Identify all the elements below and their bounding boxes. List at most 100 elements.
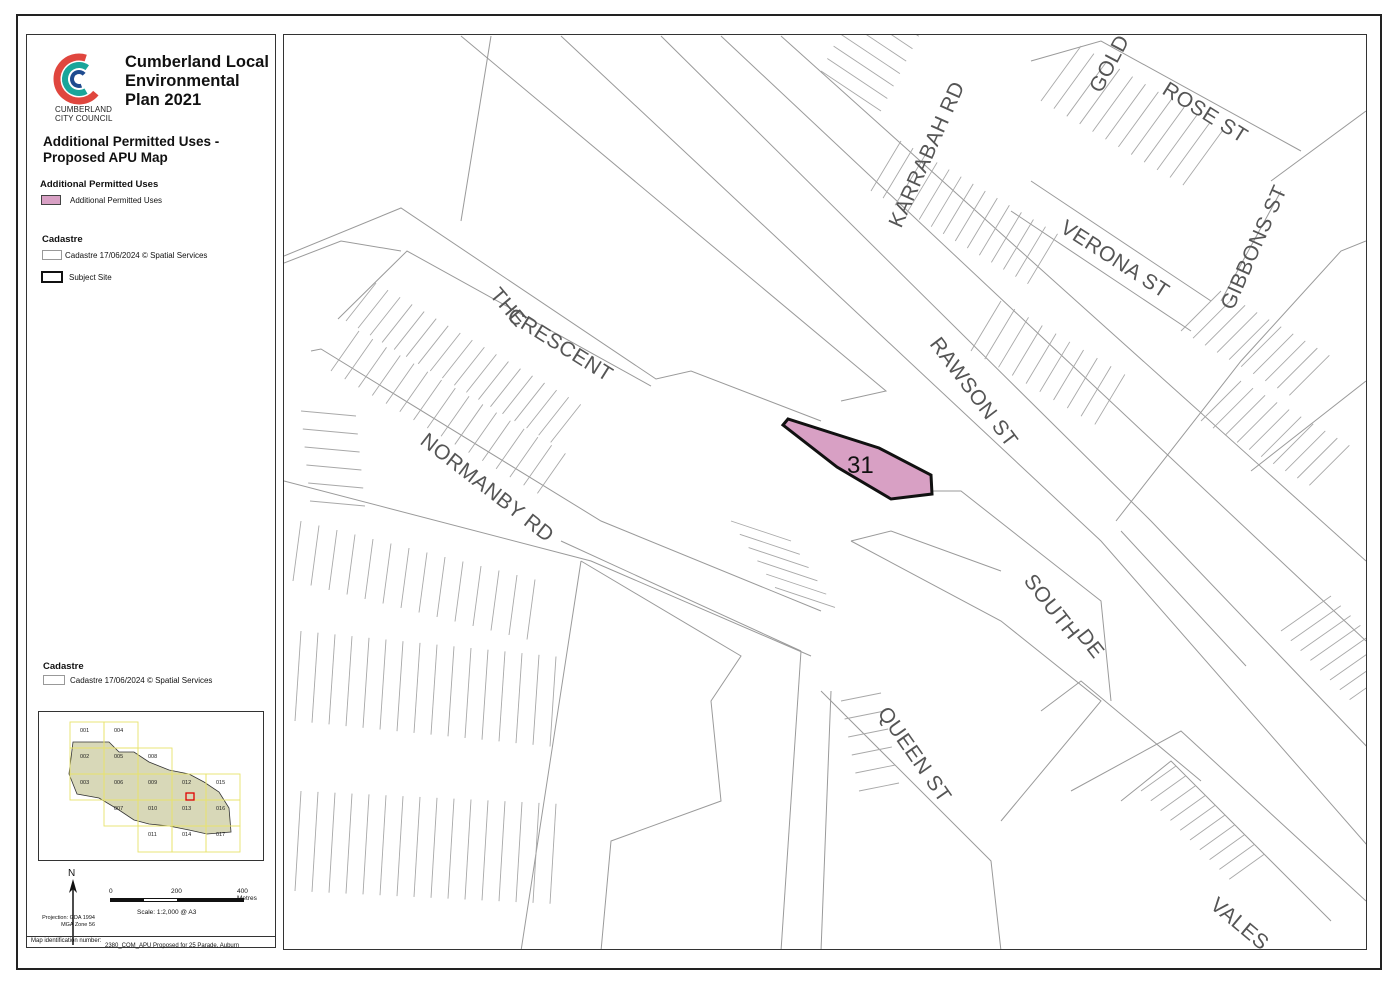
street-label-rose: ROSE ST [1158, 78, 1251, 148]
lot-line [532, 654, 540, 745]
lot-line [345, 282, 377, 322]
lot-line [739, 533, 800, 555]
lot-line [1228, 319, 1270, 360]
street-label-rawson: RAWSON ST [925, 333, 1022, 451]
lot-line [345, 793, 353, 894]
lot-line [855, 764, 896, 774]
scale-bar: 0 200 400 Metres Scale: 1:2,000 @ A3 [107, 888, 267, 930]
lot-line [328, 529, 338, 591]
lot-line [970, 300, 1002, 352]
inset-overview-map: 001 004 002 005 008 003 006 009 012 015 007 010 013 0… [38, 711, 264, 861]
lot-line [490, 368, 521, 407]
lot-line [1219, 844, 1255, 870]
inset-tile-label: 001 [80, 728, 89, 734]
lot-line [1080, 366, 1112, 417]
lot-line [309, 500, 366, 507]
street-label-crescent: CRESCENT [503, 304, 617, 387]
lot-line [1209, 834, 1245, 860]
lot-line [300, 410, 357, 417]
lot-line [464, 799, 472, 900]
map-title-line: Proposed APU Map [43, 150, 168, 165]
lot-line [400, 547, 410, 609]
lot-line [984, 308, 1016, 360]
lot-line [1189, 814, 1226, 841]
lot-line [1272, 423, 1314, 465]
subject-site-label: Subject Site [69, 273, 112, 282]
cadastre-heading-2: Cadastre [43, 661, 84, 672]
lot-line [820, 70, 882, 112]
cadastre-swatch-2 [43, 675, 65, 685]
lot-line [1290, 605, 1342, 642]
lot-line [393, 311, 425, 350]
inset-tile-label: 005 [114, 754, 123, 760]
lot-line [369, 297, 401, 336]
inset-tile-label: 002 [80, 754, 89, 760]
lot-line [1212, 387, 1254, 429]
lot-line [436, 556, 446, 618]
lot-line [942, 183, 974, 235]
lot-line [550, 404, 582, 443]
lot-line [549, 656, 557, 747]
inset-tile-label: 004 [114, 728, 123, 734]
lot-line [418, 552, 428, 613]
lot-line [954, 190, 986, 242]
lot-line [1277, 347, 1318, 389]
lot-line [502, 375, 533, 415]
lot-line [346, 534, 356, 595]
lot-line [466, 354, 497, 393]
lot-line [1169, 122, 1211, 178]
inset-tile-label: 014 [182, 832, 191, 838]
apu-item-label: Additional Permitted Uses [70, 196, 163, 205]
lot-line [379, 639, 387, 730]
plan-title-line: Cumberland Local [125, 53, 269, 71]
inset-tile-label: 017 [216, 832, 225, 838]
lot-line [1143, 106, 1185, 163]
lot-line [1180, 290, 1222, 332]
lot-line [1160, 785, 1196, 811]
lot-line [328, 792, 336, 893]
lot-line [858, 782, 900, 792]
inset-tile-label: 003 [80, 780, 89, 786]
lot-line [1025, 333, 1057, 384]
lot-line [490, 570, 500, 631]
lot-line [1240, 326, 1282, 368]
lot-line [417, 325, 449, 365]
street-label-vales: VALES [1206, 893, 1273, 950]
apu-swatch [41, 195, 61, 205]
lot-line [1156, 114, 1198, 171]
inset-tile-label: 012 [182, 780, 191, 786]
lot-line [413, 642, 421, 733]
lot-line [362, 794, 370, 895]
lot-line [515, 653, 523, 744]
lot-line [294, 790, 302, 892]
lot-line [508, 574, 518, 636]
lot-line [538, 396, 569, 436]
subject-site-swatch [41, 271, 63, 283]
lot-line [827, 58, 888, 99]
lot-line [454, 561, 464, 622]
map-title-line: Additional Permitted Uses - [43, 134, 220, 149]
lot-line [1236, 402, 1278, 443]
lot-line [1297, 437, 1338, 479]
lot-line [311, 791, 319, 892]
lot-line [430, 797, 438, 898]
lot-line [454, 346, 485, 386]
lot-line [966, 197, 998, 249]
lot-line [1252, 333, 1294, 375]
map-title: Additional Permitted Uses - Proposed APU… [43, 134, 219, 166]
logo-text-line: CUMBERLAND [55, 105, 113, 114]
lot-line [430, 644, 438, 735]
lot-line [308, 482, 364, 489]
lot-line [1179, 804, 1216, 831]
lot-line [481, 649, 489, 740]
lot-line [1310, 625, 1361, 661]
lot-line [1284, 430, 1326, 472]
lot-line [396, 641, 404, 732]
lot-line [1130, 99, 1172, 155]
lot-line [429, 332, 461, 372]
inset-tile-label: 013 [182, 806, 191, 812]
lot-line [526, 389, 557, 429]
lot-line [757, 560, 818, 582]
plan-title-line: Environmental [125, 72, 240, 90]
inset-tile-label: 015 [216, 780, 225, 786]
